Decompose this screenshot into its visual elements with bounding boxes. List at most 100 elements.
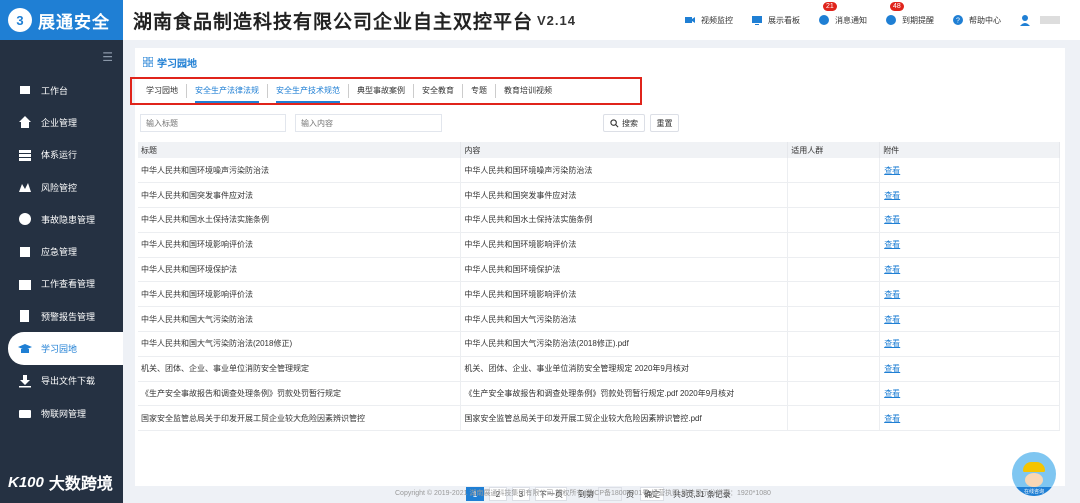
row-title: 中华人民共和国环境保护法 bbox=[138, 257, 462, 283]
row-content: 中华人民共和国环境影响评价法 bbox=[460, 232, 789, 258]
menu-collapse-icon[interactable]: ☰ bbox=[0, 40, 123, 74]
alarm-icon bbox=[886, 15, 896, 25]
sidebar-item-label: 预警报告管理 bbox=[41, 311, 96, 322]
sidebar-item-4[interactable]: 事故隐患管理 bbox=[0, 203, 123, 235]
sidebar-item-label: 事故隐患管理 bbox=[41, 214, 96, 225]
watermark-logo: K100 bbox=[8, 473, 44, 491]
sidebar: 3 展通安全 ☰ 工作台企业管理体系运行风险管控事故隐患管理应急管理 工作查看管理… bbox=[0, 0, 123, 503]
search-button[interactable]: 搜索 bbox=[603, 114, 645, 132]
sidebar-item-0[interactable]: 工作台 bbox=[0, 74, 123, 106]
risk-icon bbox=[18, 180, 32, 194]
header-tool-3[interactable]: 48 到期提醒 bbox=[885, 2, 934, 26]
sidebar-item-5[interactable]: 应急管理 bbox=[0, 235, 123, 267]
message-icon bbox=[819, 15, 829, 25]
view-attachment-link[interactable]: 查看 bbox=[879, 356, 1060, 382]
report-icon bbox=[18, 309, 32, 323]
grid-icon bbox=[143, 57, 153, 67]
row-content: 中华人民共和国环境噪声污染防治法 bbox=[460, 158, 789, 184]
table-row: 中华人民共和国环境影响评价法 中华人民共和国环境影响评价法 查看 bbox=[138, 281, 1060, 308]
table-row: 机关、团体、企业、事业单位消防安全管理规定 机关、团体、企业、事业单位消防安全管理… bbox=[138, 356, 1060, 382]
view-attachment-link[interactable]: 查看 bbox=[879, 306, 1060, 333]
header-tool-label: 帮助中心 bbox=[969, 15, 1001, 25]
view-attachment-link[interactable]: 查看 bbox=[879, 207, 1060, 233]
row-audience bbox=[787, 331, 881, 357]
table-row: 中华人民共和国环境噪声污染防治法 中华人民共和国环境噪声污染防治法 查看 bbox=[138, 158, 1060, 184]
breadcrumb: 学习园地 bbox=[135, 48, 1065, 76]
search-row: 搜索 重置 bbox=[140, 114, 1060, 132]
camera-icon bbox=[685, 17, 695, 23]
tab-6[interactable]: 教育培训视频 bbox=[496, 84, 560, 98]
tab-5[interactable]: 专题 bbox=[463, 84, 496, 98]
column-header-title: 标题 bbox=[138, 142, 462, 158]
reset-button[interactable]: 重置 bbox=[650, 114, 679, 132]
row-title: 中华人民共和国突发事件应对法 bbox=[138, 182, 462, 209]
tab-4[interactable]: 安全教育 bbox=[414, 84, 463, 98]
table-row: 中华人民共和国大气污染防治法(2018修正) 中华人民共和国大气污染防治法(201… bbox=[138, 331, 1060, 357]
row-audience bbox=[787, 158, 881, 184]
sidebar-item-6[interactable]: 工作查看管理 bbox=[0, 268, 123, 300]
row-content: 中华人民共和国突发事件应对法 bbox=[460, 182, 789, 209]
header-tool-2[interactable]: 21 消息通知 bbox=[818, 2, 867, 26]
online-consult-button[interactable]: 在线咨询 bbox=[1012, 452, 1056, 496]
row-audience bbox=[787, 207, 881, 233]
row-audience bbox=[787, 182, 881, 209]
sidebar-item-1[interactable]: 企业管理 bbox=[0, 106, 123, 138]
content-area: 学习园地 学习园地 安全生产法律法规 安全生产技术规范 典型事故案例 安全教育 专题 教育培… bbox=[123, 40, 1080, 503]
view-attachment-link[interactable]: 查看 bbox=[879, 381, 1060, 407]
tab-2[interactable]: 安全生产技术规范 bbox=[268, 84, 349, 103]
document-table: 标题 内容 适用人群 附件 中华人民共和国环境噪声污染防治法 中华人民共和国环境噪… bbox=[138, 142, 1060, 432]
workbench-icon bbox=[18, 83, 32, 97]
tab-3[interactable]: 典型事故案例 bbox=[349, 84, 414, 98]
sidebar-item-label: 体系运行 bbox=[41, 150, 78, 161]
row-audience bbox=[787, 381, 881, 407]
row-title: 中华人民共和国环境噪声污染防治法 bbox=[138, 158, 462, 184]
view-attachment-link[interactable]: 查看 bbox=[879, 232, 1060, 258]
view-attachment-link[interactable]: 查看 bbox=[879, 158, 1060, 184]
row-content: 中华人民共和国大气污染防治法 bbox=[460, 306, 789, 333]
top-header: 湖南食品制造科技有限公司企业自主双控平台 V2.14 视频监控 展示看板 21 消息通… bbox=[123, 0, 1080, 40]
view-attachment-link[interactable]: 查看 bbox=[879, 182, 1060, 209]
row-audience bbox=[787, 281, 881, 308]
header-tool-0[interactable]: 视频监控 bbox=[684, 14, 733, 26]
row-title: 机关、团体、企业、事业单位消防安全管理规定 bbox=[138, 356, 462, 382]
content-search-input[interactable] bbox=[295, 114, 442, 132]
row-title: 国家安全监管总局关于印发开展工贸企业较大危险因素辨识管控 bbox=[138, 405, 462, 432]
sidebar-item-label: 风险管控 bbox=[41, 182, 78, 193]
header-tool-4[interactable]: ? 帮助中心 bbox=[952, 14, 1001, 26]
sidebar-item-2[interactable]: 体系运行 bbox=[0, 139, 123, 171]
emergency-icon bbox=[18, 245, 32, 259]
title-search-input[interactable] bbox=[140, 114, 286, 132]
user-menu[interactable] bbox=[1019, 14, 1060, 26]
table-row: 《生产安全事故报告和调查处理条例》罚款处罚暂行规定 《生产安全事故报告和调查处理条… bbox=[138, 381, 1060, 407]
brand-logo[interactable]: 3 展通安全 bbox=[0, 0, 123, 40]
view-attachment-link[interactable]: 查看 bbox=[879, 257, 1060, 283]
header-tool-label: 到期提醒 bbox=[902, 15, 934, 25]
table-row: 中华人民共和国环境影响评价法 中华人民共和国环境影响评价法 查看 bbox=[138, 232, 1060, 258]
sidebar-item-label: 企业管理 bbox=[41, 117, 78, 128]
tab-1[interactable]: 安全生产法律法规 bbox=[187, 84, 268, 103]
sidebar-item-9[interactable]: 导出文件下载 bbox=[0, 365, 123, 397]
sidebar-item-8[interactable]: 学习园地 bbox=[8, 332, 123, 365]
row-audience bbox=[787, 257, 881, 283]
view-attachment-link[interactable]: 查看 bbox=[879, 281, 1060, 308]
row-audience bbox=[787, 356, 881, 382]
sidebar-item-label: 导出文件下载 bbox=[41, 376, 96, 387]
tab-0[interactable]: 学习园地 bbox=[138, 84, 187, 98]
view-attachment-link[interactable]: 查看 bbox=[879, 405, 1060, 432]
table-row: 中华人民共和国大气污染防治法 中华人民共和国大气污染防治法 查看 bbox=[138, 306, 1060, 333]
row-content: 国家安全监管总局关于印发开展工贸企业较大危险因素辨识管控.pdf bbox=[460, 405, 789, 432]
download-icon bbox=[18, 374, 32, 388]
version-label: V2.14 bbox=[537, 12, 576, 28]
header-tool-1[interactable]: 展示看板 bbox=[751, 14, 800, 26]
sidebar-item-7[interactable]: 预警报告管理 bbox=[0, 300, 123, 332]
category-tabs: 学习园地 安全生产法律法规 安全生产技术规范 典型事故案例 安全教育 专题 教育培训视频 bbox=[130, 77, 642, 105]
view-attachment-link[interactable]: 查看 bbox=[879, 331, 1060, 357]
row-content: 机关、团体、企业、事业单位消防安全管理规定 2020年9月核对 bbox=[460, 356, 789, 382]
graduation-icon bbox=[18, 342, 32, 356]
sidebar-item-3[interactable]: 风险管控 bbox=[0, 171, 123, 203]
column-header-attachment: 附件 bbox=[879, 142, 1060, 158]
system-icon bbox=[18, 148, 32, 162]
notification-badge: 48 bbox=[890, 2, 904, 11]
iot-icon bbox=[18, 406, 32, 420]
sidebar-item-10[interactable]: 物联网管理 bbox=[0, 397, 123, 429]
